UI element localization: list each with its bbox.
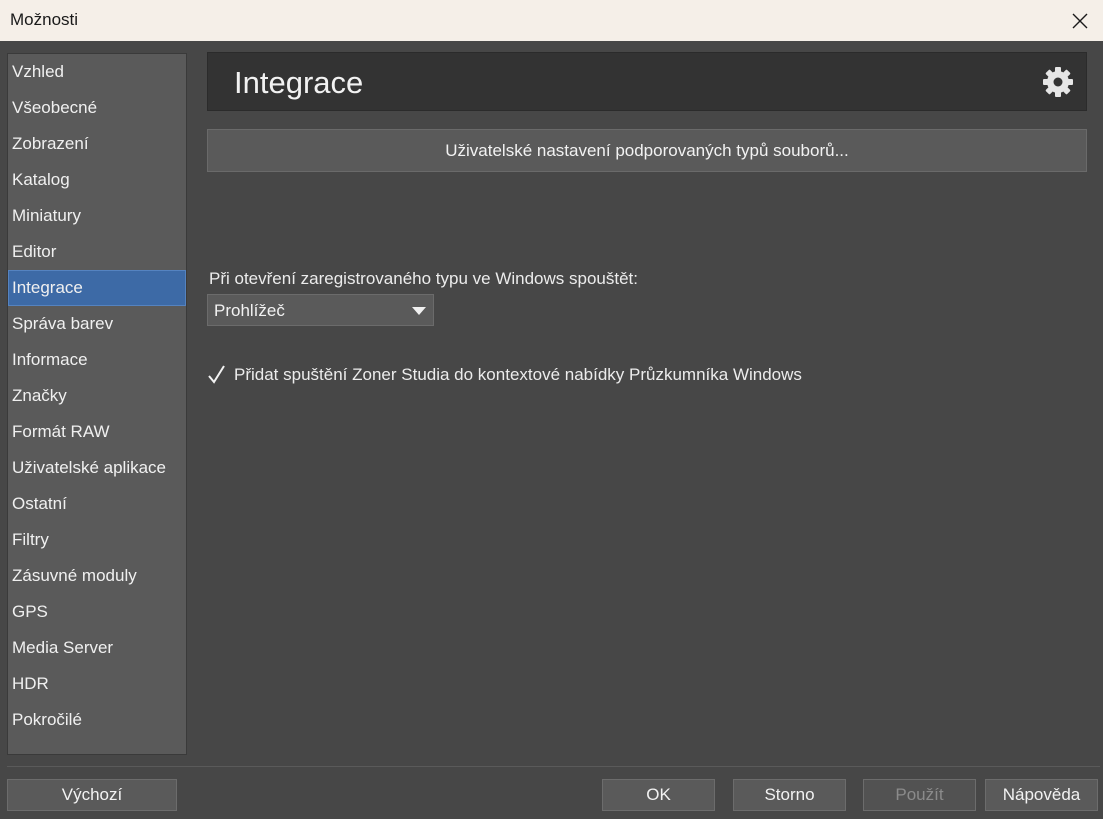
panel-title: Integrace — [234, 65, 364, 100]
window-title: Možnosti — [10, 10, 79, 29]
sidebar-item-hdr[interactable]: HDR — [8, 666, 186, 702]
open-with-select[interactable]: Prohlížeč — [207, 294, 434, 326]
sidebar-item-katalog[interactable]: Katalog — [8, 162, 186, 198]
sidebar-item-integrace[interactable]: Integrace — [8, 270, 186, 306]
sidebar-item-informace[interactable]: Informace — [8, 342, 186, 378]
checkmark-icon[interactable] — [207, 364, 227, 386]
window-titlebar: Možnosti — [0, 0, 1103, 41]
sidebar-item-pokrocile[interactable]: Pokročilé — [8, 702, 186, 738]
sidebar-item-vseobecne[interactable]: Všeobecné — [8, 90, 186, 126]
gear-icon — [1043, 67, 1073, 97]
open-with-label: Při otevření zaregistrovaného typu ve Wi… — [209, 269, 638, 288]
sidebar-item-filtry[interactable]: Filtry — [8, 522, 186, 558]
file-types-settings-button[interactable]: Uživatelské nastavení podporovaných typů… — [207, 129, 1087, 172]
context-menu-checkbox-label: Přidat spuštění Zoner Studia do kontexto… — [234, 365, 802, 384]
close-button[interactable] — [1057, 0, 1103, 41]
sidebar-item-format-raw[interactable]: Formát RAW — [8, 414, 186, 450]
sidebar-item-vzhled[interactable]: Vzhled — [8, 54, 186, 90]
sidebar-item-ostatni[interactable]: Ostatní — [8, 486, 186, 522]
default-button[interactable]: Výchozí — [7, 779, 177, 811]
ok-button[interactable]: OK — [602, 779, 715, 811]
sidebar-item-gps[interactable]: GPS — [8, 594, 186, 630]
close-icon — [1072, 13, 1088, 28]
sidebar-item-zobrazeni[interactable]: Zobrazení — [8, 126, 186, 162]
chevron-down-icon — [412, 307, 426, 315]
open-with-select-value: Prohlížeč — [214, 301, 285, 320]
apply-button[interactable]: Použít — [863, 779, 976, 811]
sidebar-item-uzivatelske-aplikace[interactable]: Uživatelské aplikace — [8, 450, 186, 486]
sidebar-item-media-server[interactable]: Media Server — [8, 630, 186, 666]
sidebar-item-miniatury[interactable]: Miniatury — [8, 198, 186, 234]
panel-header: Integrace — [207, 52, 1087, 111]
help-button[interactable]: Nápověda — [985, 779, 1098, 811]
sidebar-item-zasuvne-moduly[interactable]: Zásuvné moduly — [8, 558, 186, 594]
cancel-button[interactable]: Storno — [733, 779, 846, 811]
sidebar-item-znacky[interactable]: Značky — [8, 378, 186, 414]
options-category-list[interactable]: Vzhled Všeobecné Zobrazení Katalog Minia… — [7, 53, 187, 755]
footer-divider — [7, 766, 1100, 767]
sidebar-item-editor[interactable]: Editor — [8, 234, 186, 270]
sidebar-item-sprava-barev[interactable]: Správa barev — [8, 306, 186, 342]
